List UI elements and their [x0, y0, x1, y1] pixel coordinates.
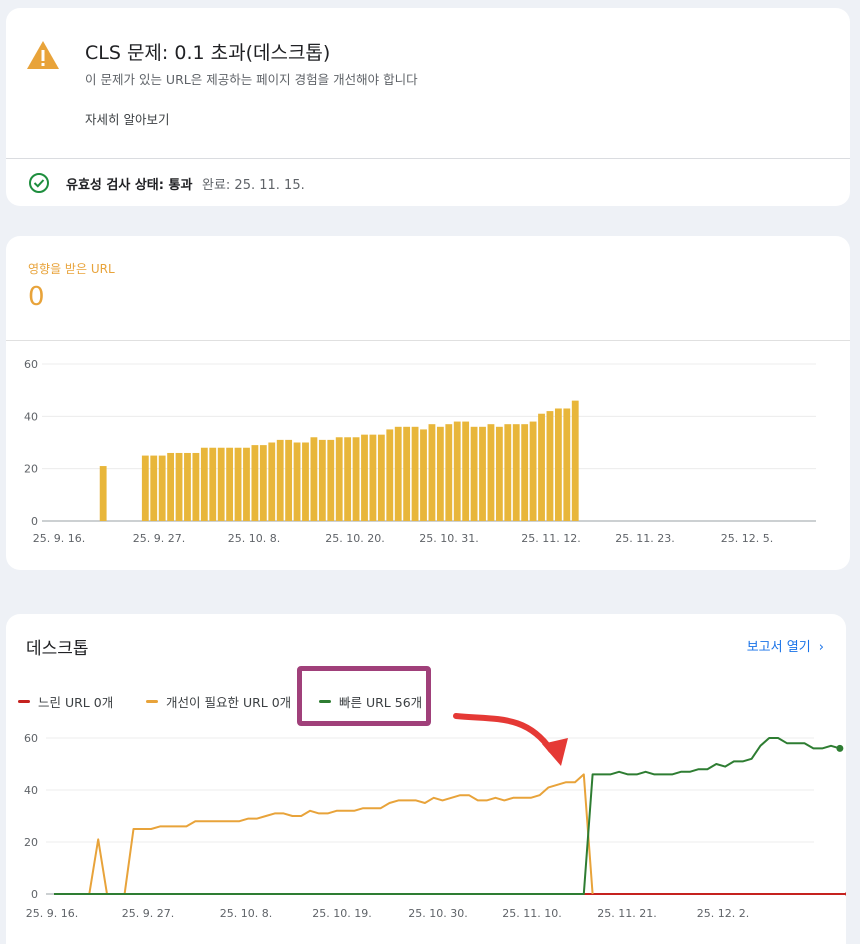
bar [403, 426, 411, 521]
bar [411, 426, 419, 521]
bar [521, 424, 529, 521]
affected-bar-chart: 0 20 40 60 25. 9. 16. 25. 9. 27. 25. 10. 8. 25.… [24, 358, 816, 545]
y-tick-label: 60 [24, 732, 38, 745]
issue-title: CLS 문제: 0.1 초과(데스크톱) [85, 42, 331, 64]
annotation-arrow [453, 713, 554, 753]
bar [335, 437, 343, 521]
bar [352, 437, 360, 521]
x-tick-label: 25. 10. 20. [325, 532, 384, 545]
y-tick-label: 40 [24, 410, 38, 423]
learn-more-link[interactable]: 자세히 알아보기 [85, 109, 169, 128]
bar [209, 447, 217, 521]
bar [445, 424, 453, 521]
bar [99, 466, 107, 521]
bar [243, 447, 250, 521]
x-tick-label: 25. 10. 30. [408, 907, 467, 920]
bar [436, 426, 444, 521]
bar [512, 424, 520, 521]
affected-card: 영향을 받은 URL 0 0 20 40 60 25. 9. 16. 25. 9. 27.… [6, 236, 850, 570]
bar [479, 426, 486, 521]
bar [529, 421, 537, 521]
bar [344, 437, 352, 521]
bar [470, 426, 478, 521]
bar [226, 447, 234, 521]
x-tick-label: 25. 9. 27. [133, 532, 185, 545]
bar [361, 434, 368, 521]
bar [394, 426, 402, 521]
x-tick-label: 25. 10. 8. [228, 532, 280, 545]
bar [538, 413, 545, 521]
bar [259, 445, 267, 521]
x-tick-label: 25. 9. 16. [26, 907, 78, 920]
bar [420, 429, 427, 521]
bar [495, 426, 503, 521]
bar [276, 439, 284, 521]
poor-series-endpoint [845, 891, 846, 897]
warning-icon [27, 41, 59, 69]
x-tick-label: 25. 9. 27. [122, 907, 174, 920]
bar [150, 455, 158, 521]
check-circle-icon [29, 173, 49, 193]
validation-date: 완료: 25. 11. 15. [202, 178, 305, 193]
bar [158, 455, 166, 521]
y-tick-label: 20 [24, 463, 38, 476]
x-tick-label: 25. 10. 19. [312, 907, 371, 920]
bar [310, 437, 318, 521]
bar [234, 447, 242, 521]
bar [487, 424, 495, 521]
desktop-line-chart: 0 20 40 60 25. 9. 16. 25. 9. 27. 25. 10. 8. 25.… [24, 713, 846, 920]
bar [285, 439, 293, 521]
bar [386, 429, 394, 521]
x-tick-label: 25. 12. 2. [697, 907, 749, 920]
x-tick-label: 25. 10. 31. [419, 532, 478, 545]
bar [184, 452, 191, 521]
bar [554, 408, 562, 521]
bar [377, 434, 385, 521]
bar [200, 447, 208, 521]
bar [302, 442, 309, 521]
bar [453, 421, 461, 521]
desktop-card: 데스크톱 보고서 열기 › 느린 URL 0개 개선이 필요한 URL 0개 빠… [6, 614, 846, 944]
issue-card: CLS 문제: 0.1 초과(데스크톱) 이 문제가 있는 URL은 제공하는 … [6, 8, 850, 206]
y-tick-label: 60 [24, 358, 38, 371]
y-tick-label: 0 [31, 888, 38, 901]
x-tick-label: 25. 11. 21. [597, 907, 656, 920]
bar [428, 424, 436, 521]
x-tick-label: 25. 10. 8. [220, 907, 272, 920]
bar [167, 452, 175, 521]
bar [192, 452, 200, 521]
bar [217, 447, 225, 521]
needs-improvement-series-line [54, 773, 594, 895]
x-tick-label: 25. 12. 5. [721, 532, 773, 545]
x-tick-label: 25. 9. 16. [33, 532, 85, 545]
bar [327, 439, 335, 521]
bar [563, 408, 571, 521]
x-tick-label: 25. 11. 23. [615, 532, 674, 545]
bar [268, 442, 276, 521]
bar [293, 442, 301, 521]
bar [504, 424, 512, 521]
bar [318, 439, 326, 521]
y-tick-label: 0 [31, 515, 38, 528]
x-tick-label: 25. 11. 10. [502, 907, 561, 920]
y-tick-label: 20 [24, 836, 38, 849]
bar [571, 400, 579, 521]
issue-subtitle: 이 문제가 있는 URL은 제공하는 페이지 경험을 개선해야 합니다 [85, 72, 418, 87]
bar [546, 411, 554, 521]
bar [251, 445, 259, 521]
x-tick-label: 25. 11. 12. [521, 532, 580, 545]
good-series-line [54, 737, 841, 895]
bar [369, 434, 377, 521]
bar [141, 455, 149, 521]
validation-status: 유효성 검사 상태: 통과 [66, 178, 193, 193]
bar [462, 421, 470, 521]
divider [6, 158, 850, 159]
y-tick-label: 40 [24, 784, 38, 797]
bar [175, 452, 183, 521]
good-series-endpoint [836, 744, 844, 752]
